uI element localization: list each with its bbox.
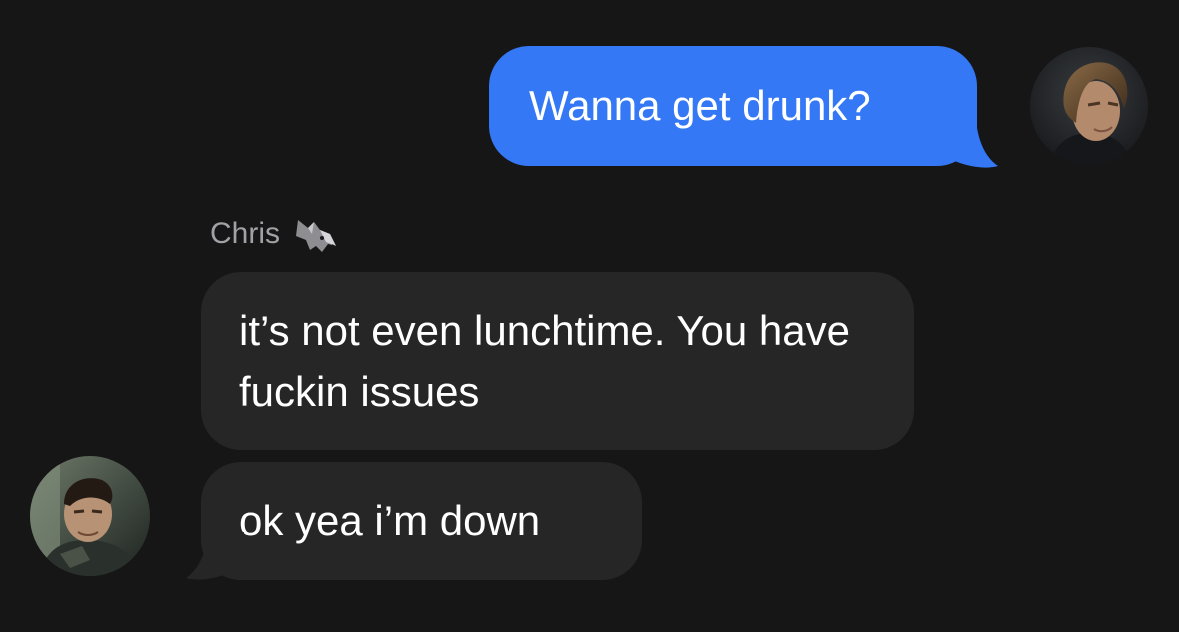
outgoing-message-bubble[interactable]: Wanna get drunk? (489, 46, 977, 166)
incoming-bubble-tail (186, 532, 244, 580)
sender-name-label: Chris (210, 212, 338, 256)
incoming-message-bubble[interactable]: ok yea i’m down (201, 462, 642, 580)
incoming-message-bubble[interactable]: it’s not even lunchtime. You have fuckin… (201, 272, 914, 450)
outgoing-message-text: Wanna get drunk? (529, 82, 871, 129)
wolf-icon (296, 220, 337, 252)
incoming-message-text: ok yea i’m down (239, 497, 541, 544)
self-avatar[interactable] (1030, 47, 1148, 165)
sender-name-text: Chris (210, 217, 281, 250)
outgoing-bubble-tail (940, 120, 998, 168)
incoming-message-text: it’s not even lunchtime. You have fuckin… (239, 307, 850, 415)
contact-avatar[interactable] (30, 456, 150, 576)
